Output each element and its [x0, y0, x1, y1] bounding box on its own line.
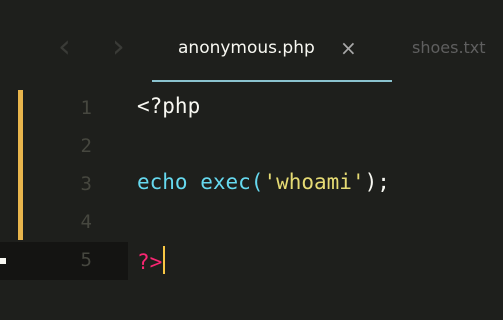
code-line[interactable]: 1 <?php [0, 90, 503, 128]
code-editor[interactable]: 1 <?php 2 3 echo exec('whoami'); 4 5 ?> [0, 90, 503, 320]
text-cursor [163, 246, 166, 274]
active-tab-indicator [152, 80, 392, 82]
tab-anonymous-php[interactable]: anonymous.php × [152, 36, 392, 88]
tab-bar: ‹ › anonymous.php × shoes.txt [0, 0, 503, 90]
tab-shoes-txt[interactable]: shoes.txt [412, 38, 486, 57]
line-number: 3 [80, 173, 92, 195]
code-line[interactable]: 2 [0, 128, 503, 166]
code-text: echo exec('whoami'); [137, 170, 390, 194]
code-line[interactable]: 4 [0, 204, 503, 242]
code-line-current[interactable]: 5 ?> [0, 242, 503, 280]
php-close-tag: ?> [137, 250, 163, 274]
code-line[interactable]: 3 echo exec('whoami'); [0, 166, 503, 204]
close-icon[interactable]: × [340, 36, 357, 60]
closing-punctuation: ); [364, 170, 390, 194]
code-text: ?> [137, 246, 166, 274]
line-number: 2 [80, 135, 92, 157]
exec-call: exec( [187, 170, 264, 194]
line-number: 5 [80, 249, 92, 271]
back-arrow-icon[interactable]: ‹ [58, 26, 71, 66]
string-literal: 'whoami' [263, 170, 365, 194]
line-number: 4 [80, 211, 92, 233]
code-text: <?php [137, 94, 200, 118]
forward-arrow-icon[interactable]: › [112, 26, 125, 66]
php-open-tag: <?php [137, 94, 201, 118]
line-number: 1 [80, 97, 92, 119]
echo-keyword: echo [137, 170, 188, 194]
tab-label: anonymous.php [178, 38, 315, 58]
